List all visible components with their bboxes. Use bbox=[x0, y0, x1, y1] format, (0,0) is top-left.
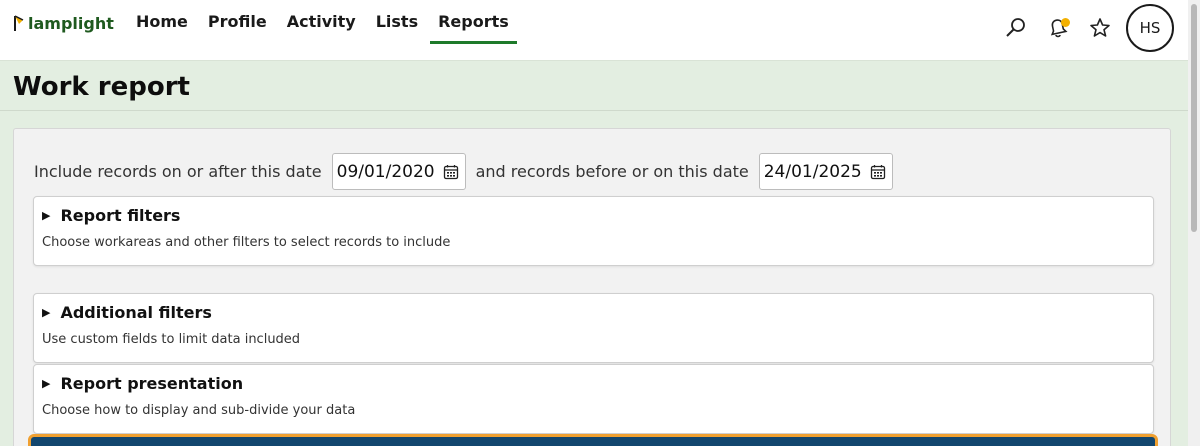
section-description: Choose how to display and sub-divide you… bbox=[42, 403, 356, 418]
logo-text: lamplight bbox=[28, 13, 114, 33]
before-date-value: 24/01/2025 bbox=[763, 161, 862, 182]
report-filters-section: ▶ Report filters Choose workareas and ot… bbox=[33, 196, 1154, 266]
nav-profile[interactable]: Profile bbox=[200, 0, 275, 44]
additional-filters-toggle[interactable]: ▶ Additional filters bbox=[42, 303, 212, 322]
after-date-input[interactable]: 09/01/2020 bbox=[331, 153, 466, 190]
scrollbar-thumb[interactable] bbox=[1191, 4, 1197, 232]
page-scrollbar[interactable] bbox=[1188, 0, 1200, 446]
top-icons: HS bbox=[1000, 4, 1174, 52]
report-filters-toggle[interactable]: ▶ Report filters bbox=[42, 206, 180, 225]
before-date-label: and records before or on this date bbox=[475, 162, 749, 181]
section-title: Report presentation bbox=[60, 374, 244, 393]
calendar-icon[interactable] bbox=[870, 164, 886, 180]
section-description: Choose workareas and other filters to se… bbox=[42, 235, 451, 250]
notifications-button[interactable] bbox=[1042, 12, 1074, 44]
additional-filters-section: ▶ Additional filters Use custom fields t… bbox=[33, 293, 1154, 363]
page: lamplight Home Profile Activity Lists Re… bbox=[0, 0, 1200, 446]
report-presentation-section: ▶ Report presentation Choose how to disp… bbox=[33, 364, 1154, 434]
nav-reports[interactable]: Reports bbox=[430, 0, 517, 44]
favourites-button[interactable] bbox=[1084, 12, 1116, 44]
search-button[interactable] bbox=[1000, 12, 1032, 44]
main-nav: Home Profile Activity Lists Reports bbox=[128, 0, 521, 44]
run-report-button[interactable] bbox=[28, 434, 1158, 446]
section-title: Report filters bbox=[60, 206, 181, 225]
report-panel: Include records on or after this date 09… bbox=[13, 128, 1171, 446]
after-date-label: Include records on or after this date bbox=[34, 162, 322, 181]
before-date-input[interactable]: 24/01/2025 bbox=[758, 153, 893, 190]
nav-activity[interactable]: Activity bbox=[279, 0, 364, 44]
expand-triangle-icon: ▶ bbox=[42, 209, 51, 222]
lamp-logo-icon bbox=[14, 15, 24, 31]
notification-dot bbox=[1061, 18, 1070, 27]
lamplight-logo[interactable]: lamplight bbox=[12, 10, 114, 36]
nav-lists[interactable]: Lists bbox=[368, 0, 426, 44]
page-title: Work report bbox=[13, 72, 190, 102]
nav-home[interactable]: Home bbox=[128, 0, 196, 44]
top-navigation-bar: lamplight Home Profile Activity Lists Re… bbox=[0, 0, 1188, 61]
after-date-value: 09/01/2020 bbox=[336, 161, 435, 182]
calendar-icon[interactable] bbox=[443, 164, 459, 180]
title-divider bbox=[0, 110, 1188, 111]
expand-triangle-icon: ▶ bbox=[42, 306, 51, 319]
section-description: Use custom fields to limit data included bbox=[42, 332, 301, 347]
section-title: Additional filters bbox=[60, 303, 212, 322]
date-range-row: Include records on or after this date 09… bbox=[34, 153, 903, 190]
expand-triangle-icon: ▶ bbox=[42, 377, 51, 390]
search-icon bbox=[1006, 18, 1025, 37]
report-presentation-toggle[interactable]: ▶ Report presentation bbox=[42, 374, 243, 393]
user-avatar[interactable]: HS bbox=[1126, 4, 1174, 52]
star-icon bbox=[1090, 18, 1110, 37]
